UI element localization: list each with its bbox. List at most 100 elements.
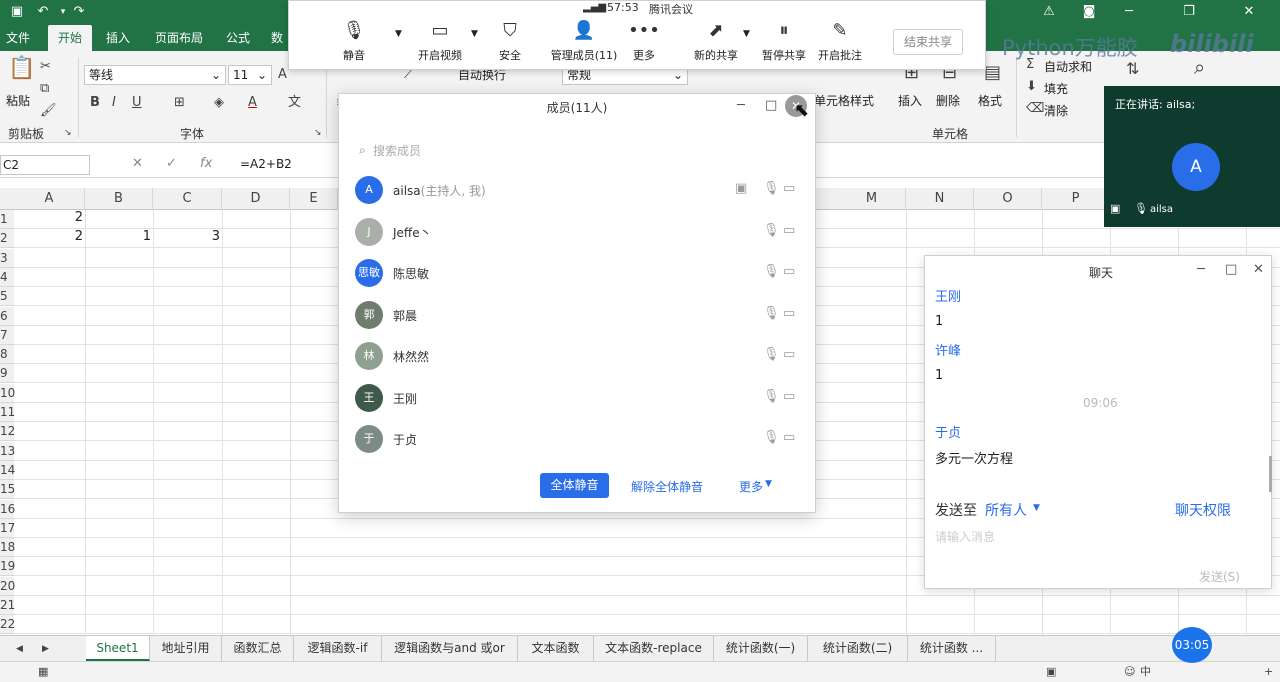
row-header[interactable]: 17 bbox=[0, 518, 15, 538]
member-row[interactable]: 思敏 陈思敏 🎙 ▭ bbox=[355, 254, 801, 294]
unmute-all-button[interactable]: 解除全体静音 bbox=[631, 478, 703, 495]
col-header-c[interactable]: C bbox=[153, 188, 222, 210]
member-row[interactable]: Aailsa(主持人, 我) ▣ 🎙 ▭ bbox=[355, 171, 801, 211]
microphone-icon[interactable]: 🎙 bbox=[763, 389, 780, 404]
restore-icon[interactable]: ❐ bbox=[1180, 3, 1198, 21]
redo-icon[interactable]: ↷ bbox=[70, 3, 88, 21]
mute-button[interactable]: 🎙 静音 bbox=[319, 19, 389, 63]
member-row[interactable]: J Jeffe丶 🎙 ▭ bbox=[355, 213, 801, 253]
end-share-button[interactable]: 结束共享 bbox=[893, 29, 963, 55]
ime-indicator[interactable]: 中 bbox=[1140, 664, 1151, 680]
more-button[interactable]: ••• 更多 bbox=[609, 19, 679, 63]
font-name-select[interactable]: 等线 ⌄ bbox=[84, 65, 226, 85]
undo-icon[interactable]: ↶ bbox=[34, 3, 52, 21]
row-header[interactable]: 11 bbox=[0, 403, 15, 422]
clear-button[interactable]: 清除 bbox=[1044, 103, 1068, 119]
chat-input[interactable]: 请输入消息 bbox=[935, 528, 995, 545]
sheet-tab[interactable]: 统计函数 ... bbox=[908, 636, 996, 661]
maximize-icon[interactable]: □ bbox=[765, 98, 777, 113]
row-header[interactable]: 1 bbox=[0, 210, 14, 229]
format-cells-button[interactable]: 格式 bbox=[978, 93, 1002, 109]
minimize-icon[interactable]: ─ bbox=[1120, 3, 1138, 21]
paste-icon[interactable]: 📋 bbox=[8, 58, 35, 80]
row-header[interactable]: 15 bbox=[0, 480, 15, 500]
clear-icon[interactable]: ⌫ bbox=[1026, 101, 1044, 117]
video-off-icon[interactable]: ▭ bbox=[783, 181, 795, 196]
font-size-select[interactable]: 11 ⌄ bbox=[228, 65, 272, 85]
start-video-button[interactable]: ▭ 开启视频 bbox=[405, 19, 475, 63]
sheet-tab[interactable]: 逻辑函数-if bbox=[294, 636, 382, 661]
scroll-right-icon[interactable]: ▶ bbox=[42, 641, 49, 657]
col-header-b[interactable]: B bbox=[85, 188, 153, 210]
row-header[interactable]: 3 bbox=[0, 248, 14, 268]
chevron-down-icon[interactable]: ▼ bbox=[1033, 503, 1040, 513]
function-icon[interactable]: fx bbox=[200, 156, 212, 171]
col-header-n[interactable]: N bbox=[906, 188, 974, 210]
chat-scrollbar[interactable] bbox=[1269, 456, 1272, 492]
send-to-select[interactable]: 所有人 bbox=[985, 500, 1027, 520]
row-header[interactable]: 22 bbox=[0, 615, 15, 635]
tab-home[interactable]: 开始 bbox=[48, 25, 92, 51]
row-header[interactable]: 6 bbox=[0, 306, 14, 326]
more-options-button[interactable]: 更多 bbox=[739, 478, 763, 495]
sheet-tab[interactable]: 逻辑函数与and 或or bbox=[382, 636, 518, 661]
video-off-icon[interactable]: ▭ bbox=[783, 347, 795, 362]
row-header[interactable]: 10 bbox=[0, 383, 15, 403]
normal-view-icon[interactable]: ▣ bbox=[1046, 664, 1056, 680]
col-header-o[interactable]: O bbox=[974, 188, 1042, 210]
member-row[interactable]: 于于贞 🎙 ▭ bbox=[355, 420, 801, 460]
chevron-down-icon[interactable]: ▼ bbox=[395, 29, 402, 39]
row-header[interactable]: 5 bbox=[0, 287, 14, 307]
tab-file[interactable]: 文件 bbox=[0, 25, 36, 51]
delete-cells-button[interactable]: 删除 bbox=[936, 93, 960, 109]
tab-formulas[interactable]: 公式 bbox=[220, 25, 256, 51]
microphone-icon[interactable]: 🎙 bbox=[763, 306, 780, 321]
sheet-tab-sheet1[interactable]: Sheet1 bbox=[86, 636, 150, 661]
member-row[interactable]: 王王刚 🎙 ▭ bbox=[355, 379, 801, 419]
sheet-tab[interactable]: 函数汇总 bbox=[222, 636, 294, 661]
row-header[interactable]: 14 bbox=[0, 460, 15, 480]
video-off-icon[interactable]: ▭ bbox=[783, 306, 795, 321]
paste-button[interactable]: 粘贴 bbox=[6, 93, 30, 109]
microphone-icon[interactable]: 🎙 bbox=[763, 430, 780, 445]
microphone-icon[interactable]: 🎙 bbox=[763, 347, 780, 362]
video-off-icon[interactable]: ▭ bbox=[783, 389, 795, 404]
sheet-tab[interactable]: 文本函数-replace bbox=[594, 636, 714, 661]
italic-icon[interactable]: I bbox=[112, 95, 116, 111]
user-icon[interactable]: ◙ bbox=[1080, 3, 1098, 21]
row-header[interactable]: 12 bbox=[0, 422, 15, 442]
maximize-icon[interactable]: □ bbox=[1225, 262, 1237, 277]
row-header[interactable]: 21 bbox=[0, 596, 15, 615]
fill-color-icon[interactable]: ◈ bbox=[214, 95, 224, 111]
increase-font-icon[interactable]: A bbox=[278, 67, 287, 83]
row-header[interactable]: 7 bbox=[0, 325, 14, 345]
mute-all-button[interactable]: 全体静音 bbox=[540, 473, 609, 498]
video-off-icon[interactable]: ▭ bbox=[783, 223, 795, 238]
phonetic-icon[interactable]: 文 bbox=[288, 95, 301, 111]
video-off-icon[interactable]: ▭ bbox=[783, 430, 795, 445]
sort-filter-icon[interactable]: ⇅ bbox=[1126, 61, 1139, 77]
minimize-icon[interactable]: ─ bbox=[737, 98, 745, 113]
format-painter-icon[interactable]: 🖌 bbox=[40, 103, 57, 119]
clipboard-launcher-icon[interactable]: ↘ bbox=[64, 125, 72, 141]
minimize-icon[interactable]: ─ bbox=[1197, 262, 1205, 277]
border-icon[interactable]: ⊞ bbox=[174, 95, 185, 111]
name-box[interactable]: C2 bbox=[0, 155, 90, 175]
annotate-button[interactable]: ✎ 开启批注 bbox=[805, 19, 875, 63]
new-share-button[interactable]: ⬈ 新的共享 bbox=[681, 19, 751, 63]
cell-a1[interactable]: 2 bbox=[14, 208, 83, 227]
microphone-icon[interactable]: 🎙 bbox=[763, 181, 780, 196]
microphone-icon[interactable]: 🎙 bbox=[763, 223, 780, 238]
row-header[interactable]: 8 bbox=[0, 345, 14, 365]
cell-a2[interactable]: 2 bbox=[14, 227, 83, 246]
formula-input[interactable]: =A2+B2 bbox=[240, 157, 292, 171]
fill-icon[interactable]: ⬇ bbox=[1026, 79, 1037, 95]
chevron-down-icon[interactable]: ▼ bbox=[765, 479, 772, 489]
close-icon[interactable]: ✕ bbox=[1240, 3, 1258, 21]
tab-data[interactable]: 数 bbox=[266, 25, 288, 51]
macro-record-icon[interactable]: ▦ bbox=[38, 664, 48, 680]
video-off-icon[interactable]: ▭ bbox=[783, 264, 795, 279]
scroll-left-icon[interactable]: ◀ bbox=[16, 641, 23, 657]
cancel-formula-icon[interactable]: ✕ bbox=[132, 156, 143, 171]
send-button[interactable]: 发送(S) bbox=[1199, 568, 1240, 585]
